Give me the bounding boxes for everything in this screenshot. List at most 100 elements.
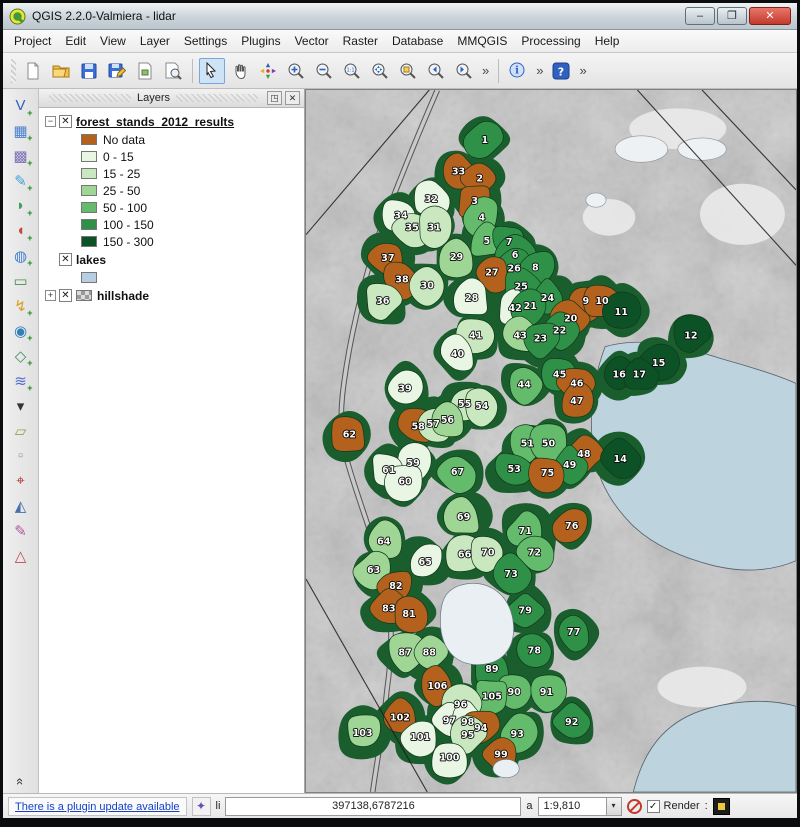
layer-item-forest-stands[interactable]: − ✕ forest_stands_2012_results [41, 112, 302, 131]
add-raster-layer-button[interactable]: ▦+ [8, 118, 34, 143]
legend-class-row[interactable]: 100 - 150 [41, 216, 302, 233]
layer-item-hillshade[interactable]: + ✕ hillshade [41, 286, 302, 305]
title-bar[interactable]: QGIS 2.2.0-Valmiera - lidar – ❐ ✕ [3, 3, 797, 30]
menu-layer[interactable]: Layer [133, 31, 177, 51]
measure-shapes-button[interactable]: △ [8, 543, 34, 568]
new-shapefile-layer-button[interactable]: ◇+ [8, 343, 34, 368]
composer-manager-button[interactable] [160, 58, 186, 84]
zoom-to-selection-button[interactable] [395, 58, 421, 84]
add-wfs-layer-button[interactable]: ↯+ [8, 293, 34, 318]
toolbar-overflow-icon[interactable]: » [576, 63, 589, 78]
stand-number-label: 15 [652, 358, 666, 369]
map-canvas[interactable]: 1332323343531457372962682738302524910362… [305, 89, 797, 793]
new-project-button[interactable] [20, 58, 46, 84]
layer-visibility-checkbox[interactable]: ✕ [59, 115, 72, 128]
menu-edit[interactable]: Edit [58, 31, 93, 51]
save-project-button[interactable] [76, 58, 102, 84]
gps-information-button[interactable]: ⌖ [8, 468, 34, 493]
render-toggle[interactable]: ✓ Render [647, 800, 700, 813]
blank-tool-button[interactable]: ▫ [8, 443, 34, 468]
save-project-as-button[interactable] [104, 58, 130, 84]
new-print-composer-button[interactable] [132, 58, 158, 84]
add-oracle-layer-button[interactable]: ◖+ [8, 218, 34, 243]
stand-number-label: 29 [450, 252, 464, 263]
log-messages-button[interactable] [713, 798, 730, 815]
menu-database[interactable]: Database [385, 31, 450, 51]
osm-tool-button[interactable]: ◭ [8, 493, 34, 518]
select-tool-dropdown-button[interactable]: ▾ [8, 393, 34, 418]
add-spatialite-layer-button[interactable]: ✎+ [8, 168, 34, 193]
stand-number-label: 34 [394, 210, 408, 221]
legend-class-row[interactable]: 0 - 15 [41, 148, 302, 165]
layer-item-lakes[interactable]: ✕ lakes [41, 250, 302, 269]
render-checkbox[interactable]: ✓ [647, 800, 660, 813]
panel-close-button[interactable]: ✕ [285, 91, 300, 105]
zoom-in-button[interactable] [283, 58, 309, 84]
menu-processing[interactable]: Processing [514, 31, 587, 51]
add-mssql-layer-button[interactable]: ◗+ [8, 193, 34, 218]
add-postgis-layer-button[interactable]: ▩+ [8, 143, 34, 168]
stand-number-label: 25 [515, 282, 529, 293]
menu-vector[interactable]: Vector [288, 31, 336, 51]
close-button[interactable]: ✕ [749, 7, 791, 25]
layer-name-lakes[interactable]: lakes [76, 253, 106, 267]
menu-settings[interactable]: Settings [177, 31, 234, 51]
panel-grip[interactable] [176, 94, 258, 102]
layer-name-hillshade[interactable]: hillshade [97, 289, 149, 303]
scale-dropdown-icon[interactable]: ▾ [606, 798, 621, 815]
layer-visibility-checkbox[interactable]: ✕ [59, 253, 72, 266]
add-delimited-text-layer-button[interactable]: ≋+ [8, 368, 34, 393]
scale-value: 1:9,810 [539, 800, 606, 812]
layer-duplicate-button[interactable]: ▱ [8, 418, 34, 443]
add-vector-layer-button[interactable]: V+ [8, 93, 34, 118]
add-wcs-layer-button[interactable]: ◉+ [8, 318, 34, 343]
zoom-full-button[interactable] [367, 58, 393, 84]
open-project-button[interactable] [48, 58, 74, 84]
zoom-next-button[interactable] [451, 58, 477, 84]
legend-class-row[interactable]: No data [41, 131, 302, 148]
layer-name-forest-stands[interactable]: forest_stands_2012_results [76, 115, 234, 129]
menu-plugins[interactable]: Plugins [234, 31, 287, 51]
coordinate-input[interactable]: 397138,6787216 [225, 797, 521, 816]
map-annotation-button[interactable]: ▭ [8, 268, 34, 293]
scale-combobox[interactable]: 1:9,810 ▾ [538, 797, 622, 816]
layers-panel-header[interactable]: Layers ◳ ✕ [39, 89, 304, 108]
help-button[interactable]: ? [548, 58, 574, 84]
zoom-native-button[interactable]: 1:1 [339, 58, 365, 84]
menu-mmqgis[interactable]: MMQGIS [450, 31, 514, 51]
extents-toggle-icon[interactable]: ✦ [192, 797, 211, 816]
panel-float-button[interactable]: ◳ [267, 91, 282, 105]
stand-number-label: 83 [382, 604, 395, 615]
layers-panel-title: Layers [137, 92, 170, 104]
legend-class-row[interactable]: 25 - 50 [41, 182, 302, 199]
panel-grip[interactable] [49, 94, 131, 102]
legend-class-row[interactable]: 150 - 300 [41, 233, 302, 250]
menu-view[interactable]: View [93, 31, 133, 51]
annotation-pencil-button[interactable]: ✎ [8, 518, 34, 543]
menu-raster[interactable]: Raster [336, 31, 385, 51]
plugin-update-link[interactable]: There is a plugin update available [8, 797, 187, 816]
toolbar-overflow-icon[interactable]: » [479, 63, 492, 78]
pan-select-tool-button[interactable] [199, 58, 225, 84]
legend-class-row[interactable]: 15 - 25 [41, 165, 302, 182]
collapse-expander-icon[interactable]: − [45, 116, 56, 127]
pan-map-button[interactable] [227, 58, 253, 84]
minimize-button[interactable]: – [685, 7, 715, 25]
toolbar-grip[interactable] [11, 59, 16, 83]
recenter-button[interactable] [255, 58, 281, 84]
legend-color-chip [81, 151, 97, 162]
zoom-last-button[interactable] [423, 58, 449, 84]
toolbar-overflow-icon[interactable]: » [533, 63, 546, 78]
add-wms-layer-button[interactable]: ◍+ [8, 243, 34, 268]
stop-render-icon[interactable] [627, 799, 642, 814]
menu-project[interactable]: Project [7, 31, 58, 51]
zoom-out-button[interactable] [311, 58, 337, 84]
maximize-button[interactable]: ❐ [717, 7, 747, 25]
identify-features-button[interactable]: i [505, 58, 531, 84]
layer-tree: − ✕ forest_stands_2012_results No data0 … [39, 108, 304, 793]
legend-color-chip [81, 202, 97, 213]
layer-visibility-checkbox[interactable]: ✕ [59, 289, 72, 302]
menu-help[interactable]: Help [588, 31, 627, 51]
expand-expander-icon[interactable]: + [45, 290, 56, 301]
legend-class-row[interactable]: 50 - 100 [41, 199, 302, 216]
